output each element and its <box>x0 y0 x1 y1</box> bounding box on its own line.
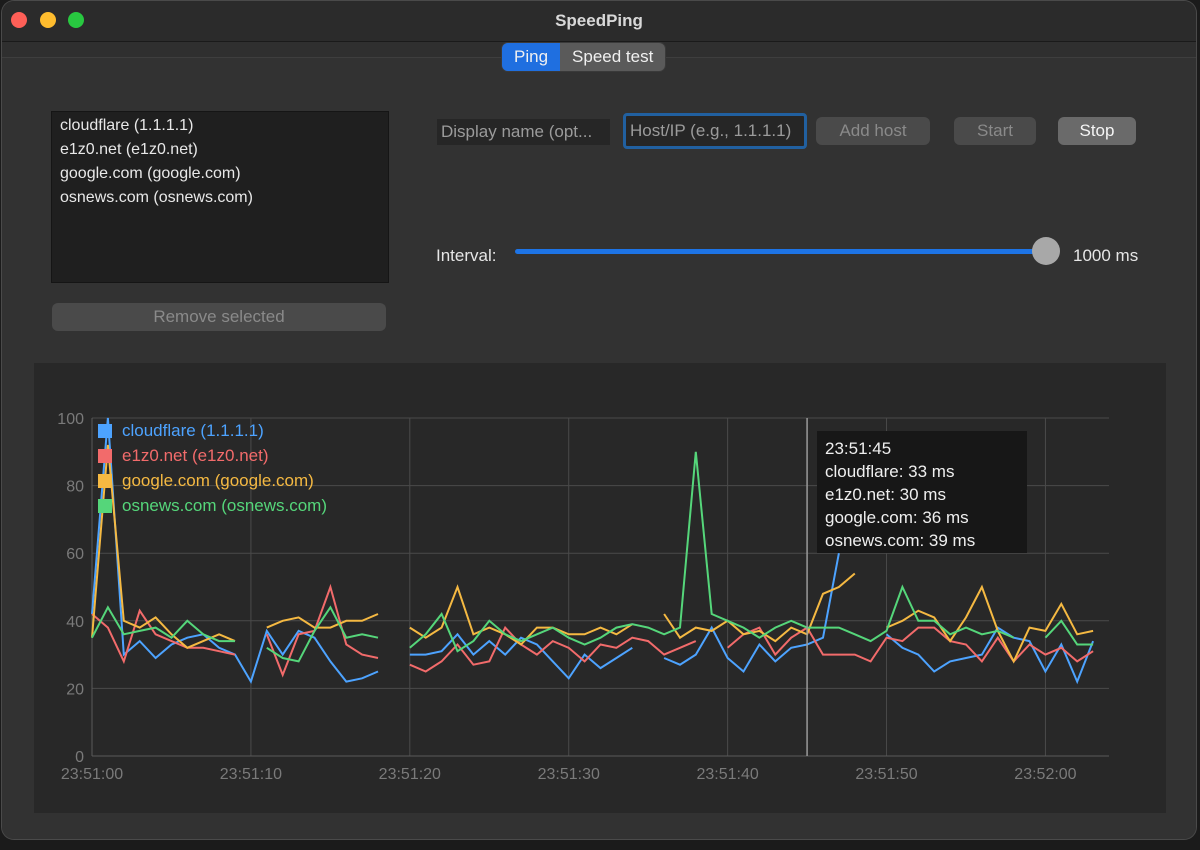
series-line <box>663 553 840 674</box>
interval-slider-knob[interactable] <box>1032 237 1060 265</box>
series-line <box>885 626 1095 685</box>
title-bar: SpeedPing <box>2 1 1196 42</box>
tooltip-line: osnews.com: 39 ms <box>825 531 976 550</box>
legend-swatch <box>98 474 112 488</box>
x-tick-label: 23:51:40 <box>696 766 758 783</box>
legend-label: osnews.com (osnews.com) <box>122 496 327 515</box>
stop-button[interactable]: Stop <box>1058 117 1136 145</box>
series-line <box>265 583 379 678</box>
series-line <box>663 572 856 643</box>
app-window: SpeedPing Ping Speed test cloudflare (1.… <box>2 1 1196 839</box>
add-host-button[interactable]: Add host <box>816 117 930 145</box>
tab-switcher: Ping Speed test <box>502 43 666 71</box>
y-tick-label: 0 <box>75 749 84 766</box>
chart-tooltip: 23:51:45 cloudflare: 33 ms e1z0.net: 30 … <box>817 431 1027 553</box>
interval-label: Interval: <box>436 246 497 265</box>
host-list-item[interactable]: google.com (google.com) <box>52 162 388 186</box>
legend-swatch <box>98 424 112 438</box>
tab-speed-test[interactable]: Speed test <box>560 43 665 71</box>
x-tick-label: 23:51:30 <box>538 766 600 783</box>
series-line <box>409 625 697 673</box>
host-list[interactable]: cloudflare (1.1.1.1) e1z0.net (e1z0.net)… <box>51 111 389 283</box>
x-tick-label: 23:51:00 <box>61 766 123 783</box>
legend-label: cloudflare (1.1.1.1) <box>122 421 264 440</box>
y-tick-label: 80 <box>66 479 84 496</box>
legend-label: e1z0.net (e1z0.net) <box>122 446 268 465</box>
interval-slider-track[interactable] <box>515 249 1047 254</box>
y-tick-label: 40 <box>66 614 84 631</box>
y-tick-label: 60 <box>66 546 84 563</box>
legend-swatch <box>98 499 112 513</box>
tab-ping[interactable]: Ping <box>502 43 561 71</box>
x-tick-label: 23:51:20 <box>379 766 441 783</box>
host-list-item[interactable]: osnews.com (osnews.com) <box>52 186 388 210</box>
x-tick-label: 23:51:50 <box>855 766 917 783</box>
legend-swatch <box>98 449 112 463</box>
start-button[interactable]: Start <box>954 117 1036 145</box>
host-ip-input[interactable]: Host/IP (e.g., 1.1.1.1) <box>623 113 807 149</box>
legend-label: google.com (google.com) <box>122 471 314 490</box>
interval-value: 1000 ms <box>1073 246 1139 265</box>
y-tick-label: 20 <box>66 681 84 698</box>
tooltip-line: e1z0.net: 30 ms <box>825 485 946 504</box>
tooltip-line: google.com: 36 ms <box>825 508 969 527</box>
tooltip-time: 23:51:45 <box>825 439 892 458</box>
host-list-item[interactable]: e1z0.net (e1z0.net) <box>52 138 388 162</box>
y-tick-label: 100 <box>57 411 84 428</box>
tooltip-line: cloudflare: 33 ms <box>825 462 955 481</box>
x-tick-label: 23:52:00 <box>1014 766 1076 783</box>
x-tick-label: 23:51:10 <box>220 766 282 783</box>
window-title: SpeedPing <box>555 11 643 30</box>
host-list-item[interactable]: cloudflare (1.1.1.1) <box>52 114 388 138</box>
remove-selected-button[interactable]: Remove selected <box>52 303 386 331</box>
display-name-input[interactable]: Display name (opt... <box>437 119 610 145</box>
